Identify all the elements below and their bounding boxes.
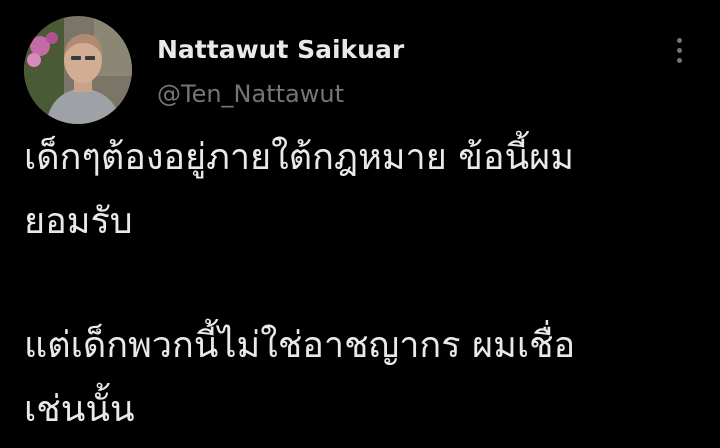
tweet-text-line: เด็กๆต้องอยู่ภายใต้กฎหมาย ข้อนี้ผม: [24, 137, 574, 178]
more-vertical-icon-dot: [676, 47, 682, 53]
author-handle[interactable]: @Ten_Nattawut: [157, 79, 344, 109]
tweet-text-line: เช่นนั้น: [24, 389, 135, 430]
more-vertical-icon-dot: [676, 37, 682, 43]
tweet-card: Nattawut Saikuar @Ten_Nattawut เด็กๆต้อง…: [0, 0, 720, 448]
tweet-text-line: แต่เด็กพวกนี้ไม่ใช่อาชญากร ผมเชื่อ: [24, 325, 576, 366]
tweet-text-line: ยอมรับ: [24, 201, 133, 242]
more-vertical-icon-dot: [676, 57, 682, 63]
author-display-name[interactable]: Nattawut Saikuar: [157, 34, 404, 66]
more-options-button[interactable]: [662, 30, 696, 70]
profile-photo-icon: [24, 16, 132, 124]
avatar[interactable]: [24, 16, 132, 124]
